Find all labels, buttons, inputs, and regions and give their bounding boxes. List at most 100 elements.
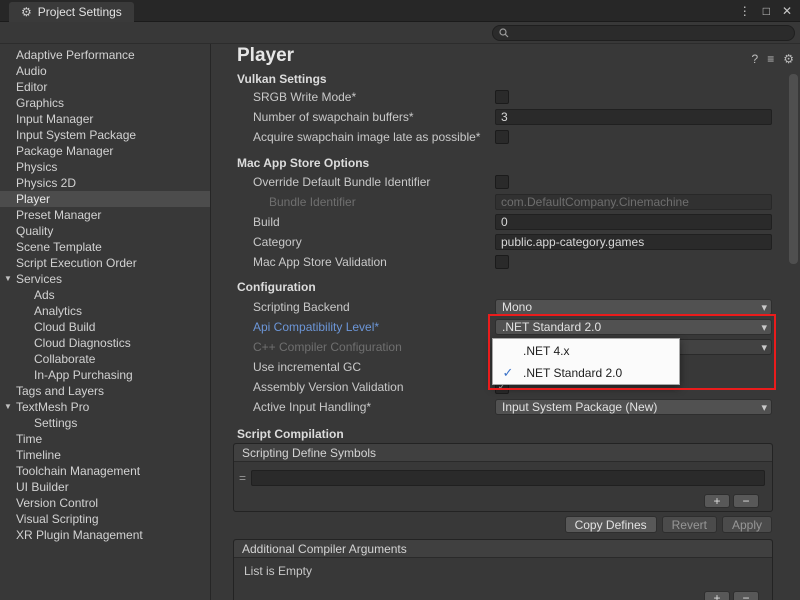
sidebar-item-ui-builder[interactable]: UI Builder [0,479,210,495]
sidebar-item-time[interactable]: Time [0,431,210,447]
sidebar-item-textmeshpro-settings[interactable]: Settings [0,415,210,431]
sidebar-item-textmesh-pro[interactable]: ▼ TextMesh Pro [0,399,210,415]
mac-app-store-validation-checkbox[interactable] [495,255,509,269]
help-icon[interactable]: ? [752,52,759,66]
sidebar-item-physics-2d[interactable]: Physics 2D [0,175,210,191]
sidebar-item-input-manager[interactable]: Input Manager [0,111,210,127]
api-compatibility-popup-menu: .NET 4.x ✓ .NET Standard 2.0 [492,338,680,385]
row-bundle-identifier: Bundle Identifier [253,192,772,212]
swapchain-buffers-input[interactable] [495,109,772,125]
tab-title: Project Settings [38,5,122,19]
scripting-backend-dropdown[interactable]: Mono ▾ [495,299,772,315]
box-title: Scripting Define Symbols [234,444,772,462]
add-define-button[interactable]: + [704,494,730,508]
build-input[interactable] [495,214,772,230]
api-compatibility-dropdown[interactable]: .NET Standard 2.0 ▾ [495,319,772,335]
compiler-args-list-footer: + − [704,591,759,600]
settings-category-list: Adaptive Performance Audio Editor Graphi… [0,44,211,600]
category-input[interactable] [495,234,772,250]
dropdown-value: Input System Package (New) [502,400,657,414]
sidebar-item-physics[interactable]: Physics [0,159,210,175]
sidebar-item-label: Services [16,272,62,286]
check-icon: ✓ [493,365,523,381]
sidebar-item-quality[interactable]: Quality [0,223,210,239]
add-argument-button[interactable]: + [704,591,730,600]
sidebar-item-timeline[interactable]: Timeline [0,447,210,463]
row-active-input-handling: Active Input Handling* Input System Pack… [253,397,772,417]
sidebar-item-scene-template[interactable]: Scene Template [0,239,210,255]
sidebar-item-cloud-diagnostics[interactable]: Cloud Diagnostics [0,335,210,351]
foldout-open-icon[interactable]: ▼ [4,399,12,415]
row-acquire-swapchain: Acquire swapchain image late as possible… [253,127,772,147]
field-label: Assembly Version Validation [253,380,495,394]
copy-defines-button[interactable]: Copy Defines [565,516,657,533]
sidebar-item-ads[interactable]: Ads [0,287,210,303]
section-header-mac-app-store: Mac App Store Options [237,155,369,171]
popup-item-net-4x[interactable]: .NET 4.x [493,340,679,362]
foldout-open-icon[interactable]: ▼ [4,271,12,287]
sidebar-item-script-execution-order[interactable]: Script Execution Order [0,255,210,271]
sidebar-item-visual-scripting[interactable]: Visual Scripting [0,511,210,527]
sidebar-item-input-system-package[interactable]: Input System Package [0,127,210,143]
maximize-icon[interactable]: □ [763,4,770,18]
search-box[interactable] [492,25,795,41]
settings-gear-icon[interactable]: ⚙ [783,52,794,66]
tab-project-settings[interactable]: ⚙ Project Settings [9,2,134,22]
sidebar-item-analytics[interactable]: Analytics [0,303,210,319]
toolbar [0,22,800,44]
apply-button[interactable]: Apply [722,516,772,533]
sidebar-item-services[interactable]: ▼ Services [0,271,210,287]
field-label: Bundle Identifier [253,195,495,209]
sidebar-item-adaptive-performance[interactable]: Adaptive Performance [0,47,210,63]
sidebar-item-graphics[interactable]: Graphics [0,95,210,111]
sidebar-item-audio[interactable]: Audio [0,63,210,79]
presets-icon[interactable]: ≡ [767,52,774,66]
field-label: Api Compatibility Level* [253,320,495,334]
sidebar-item-player[interactable]: Player [0,191,210,207]
sidebar-item-xr-plugin-management[interactable]: XR Plugin Management [0,527,210,543]
sidebar-item-toolchain-management[interactable]: Toolchain Management [0,463,210,479]
field-label: Scripting Backend [253,300,495,314]
scripting-define-symbols-box: Scripting Define Symbols = + − [233,443,773,512]
remove-argument-button[interactable]: − [733,591,759,600]
acquire-swapchain-checkbox[interactable] [495,130,509,144]
define-symbol-input[interactable] [251,470,765,486]
vertical-scrollbar-thumb[interactable] [789,74,798,264]
revert-button[interactable]: Revert [662,516,717,533]
active-input-handling-dropdown[interactable]: Input System Package (New) ▾ [495,399,772,415]
row-category: Category [253,232,772,252]
sidebar-item-editor[interactable]: Editor [0,79,210,95]
project-settings-window: ⚙ Project Settings ⋮ □ ✕ Adaptive Perfor… [0,0,800,600]
srgb-write-mode-checkbox[interactable] [495,90,509,104]
field-label: Acquire swapchain image late as possible… [253,130,495,144]
drag-handle-icon[interactable]: = [239,471,246,485]
row-api-compatibility-level: Api Compatibility Level* .NET Standard 2… [253,317,772,337]
search-icon [499,28,509,38]
dropdown-value: Mono [502,300,532,314]
section-header-configuration: Configuration [237,279,316,295]
dropdown-value: .NET Standard 2.0 [502,320,601,334]
field-label: Active Input Handling* [253,400,495,414]
popup-item-net-standard-20[interactable]: ✓ .NET Standard 2.0 [493,362,679,384]
close-icon[interactable]: ✕ [782,4,792,18]
search-input[interactable] [514,27,788,39]
kebab-menu-icon[interactable]: ⋮ [739,4,751,18]
sidebar-item-in-app-purchasing[interactable]: In-App Purchasing [0,367,210,383]
define-list-footer: + − [704,494,759,508]
dropdown-arrow-icon: ▾ [761,301,767,314]
player-settings-panel: Player ? ≡ ⚙ Vulkan Settings SRGB Write … [212,44,800,600]
define-symbol-row: = [239,469,765,487]
page-title: Player [237,45,294,67]
row-override-bundle-identifier: Override Default Bundle Identifier [253,172,772,192]
sidebar-item-cloud-build[interactable]: Cloud Build [0,319,210,335]
override-bundle-identifier-checkbox[interactable] [495,175,509,189]
sidebar-item-tags-and-layers[interactable]: Tags and Layers [0,383,210,399]
gear-icon: ⚙ [21,5,32,19]
remove-define-button[interactable]: − [733,494,759,508]
sidebar-item-version-control[interactable]: Version Control [0,495,210,511]
sidebar-item-package-manager[interactable]: Package Manager [0,143,210,159]
sidebar-item-preset-manager[interactable]: Preset Manager [0,207,210,223]
sidebar-item-collaborate[interactable]: Collaborate [0,351,210,367]
field-label: Number of swapchain buffers* [253,110,495,124]
dropdown-arrow-icon: ▾ [761,341,767,354]
